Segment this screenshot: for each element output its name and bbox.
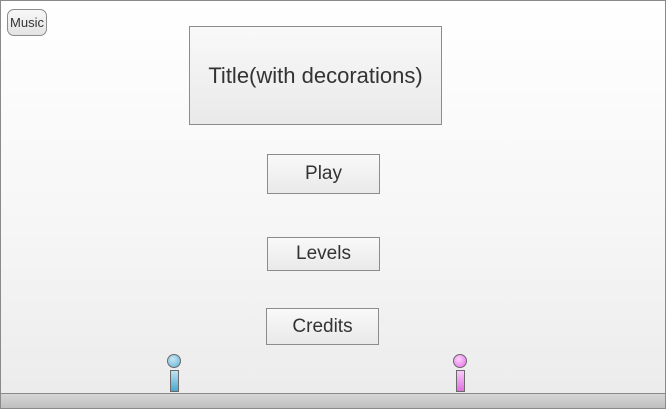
blue-character-body [170,370,179,392]
pink-character-head [453,354,467,368]
levels-button[interactable]: Levels [267,237,380,271]
game-screen: Music Title(with decorations) Play Level… [0,0,666,409]
play-button[interactable]: Play [267,154,380,194]
music-toggle-button[interactable]: Music [7,9,47,36]
blue-character-head [167,354,181,368]
credits-button[interactable]: Credits [266,308,379,345]
ground-floor [1,393,665,408]
game-title: Title(with decorations) [189,26,442,125]
pink-character-body [456,370,465,392]
pink-character-icon [453,354,468,394]
blue-character-icon [167,354,182,394]
